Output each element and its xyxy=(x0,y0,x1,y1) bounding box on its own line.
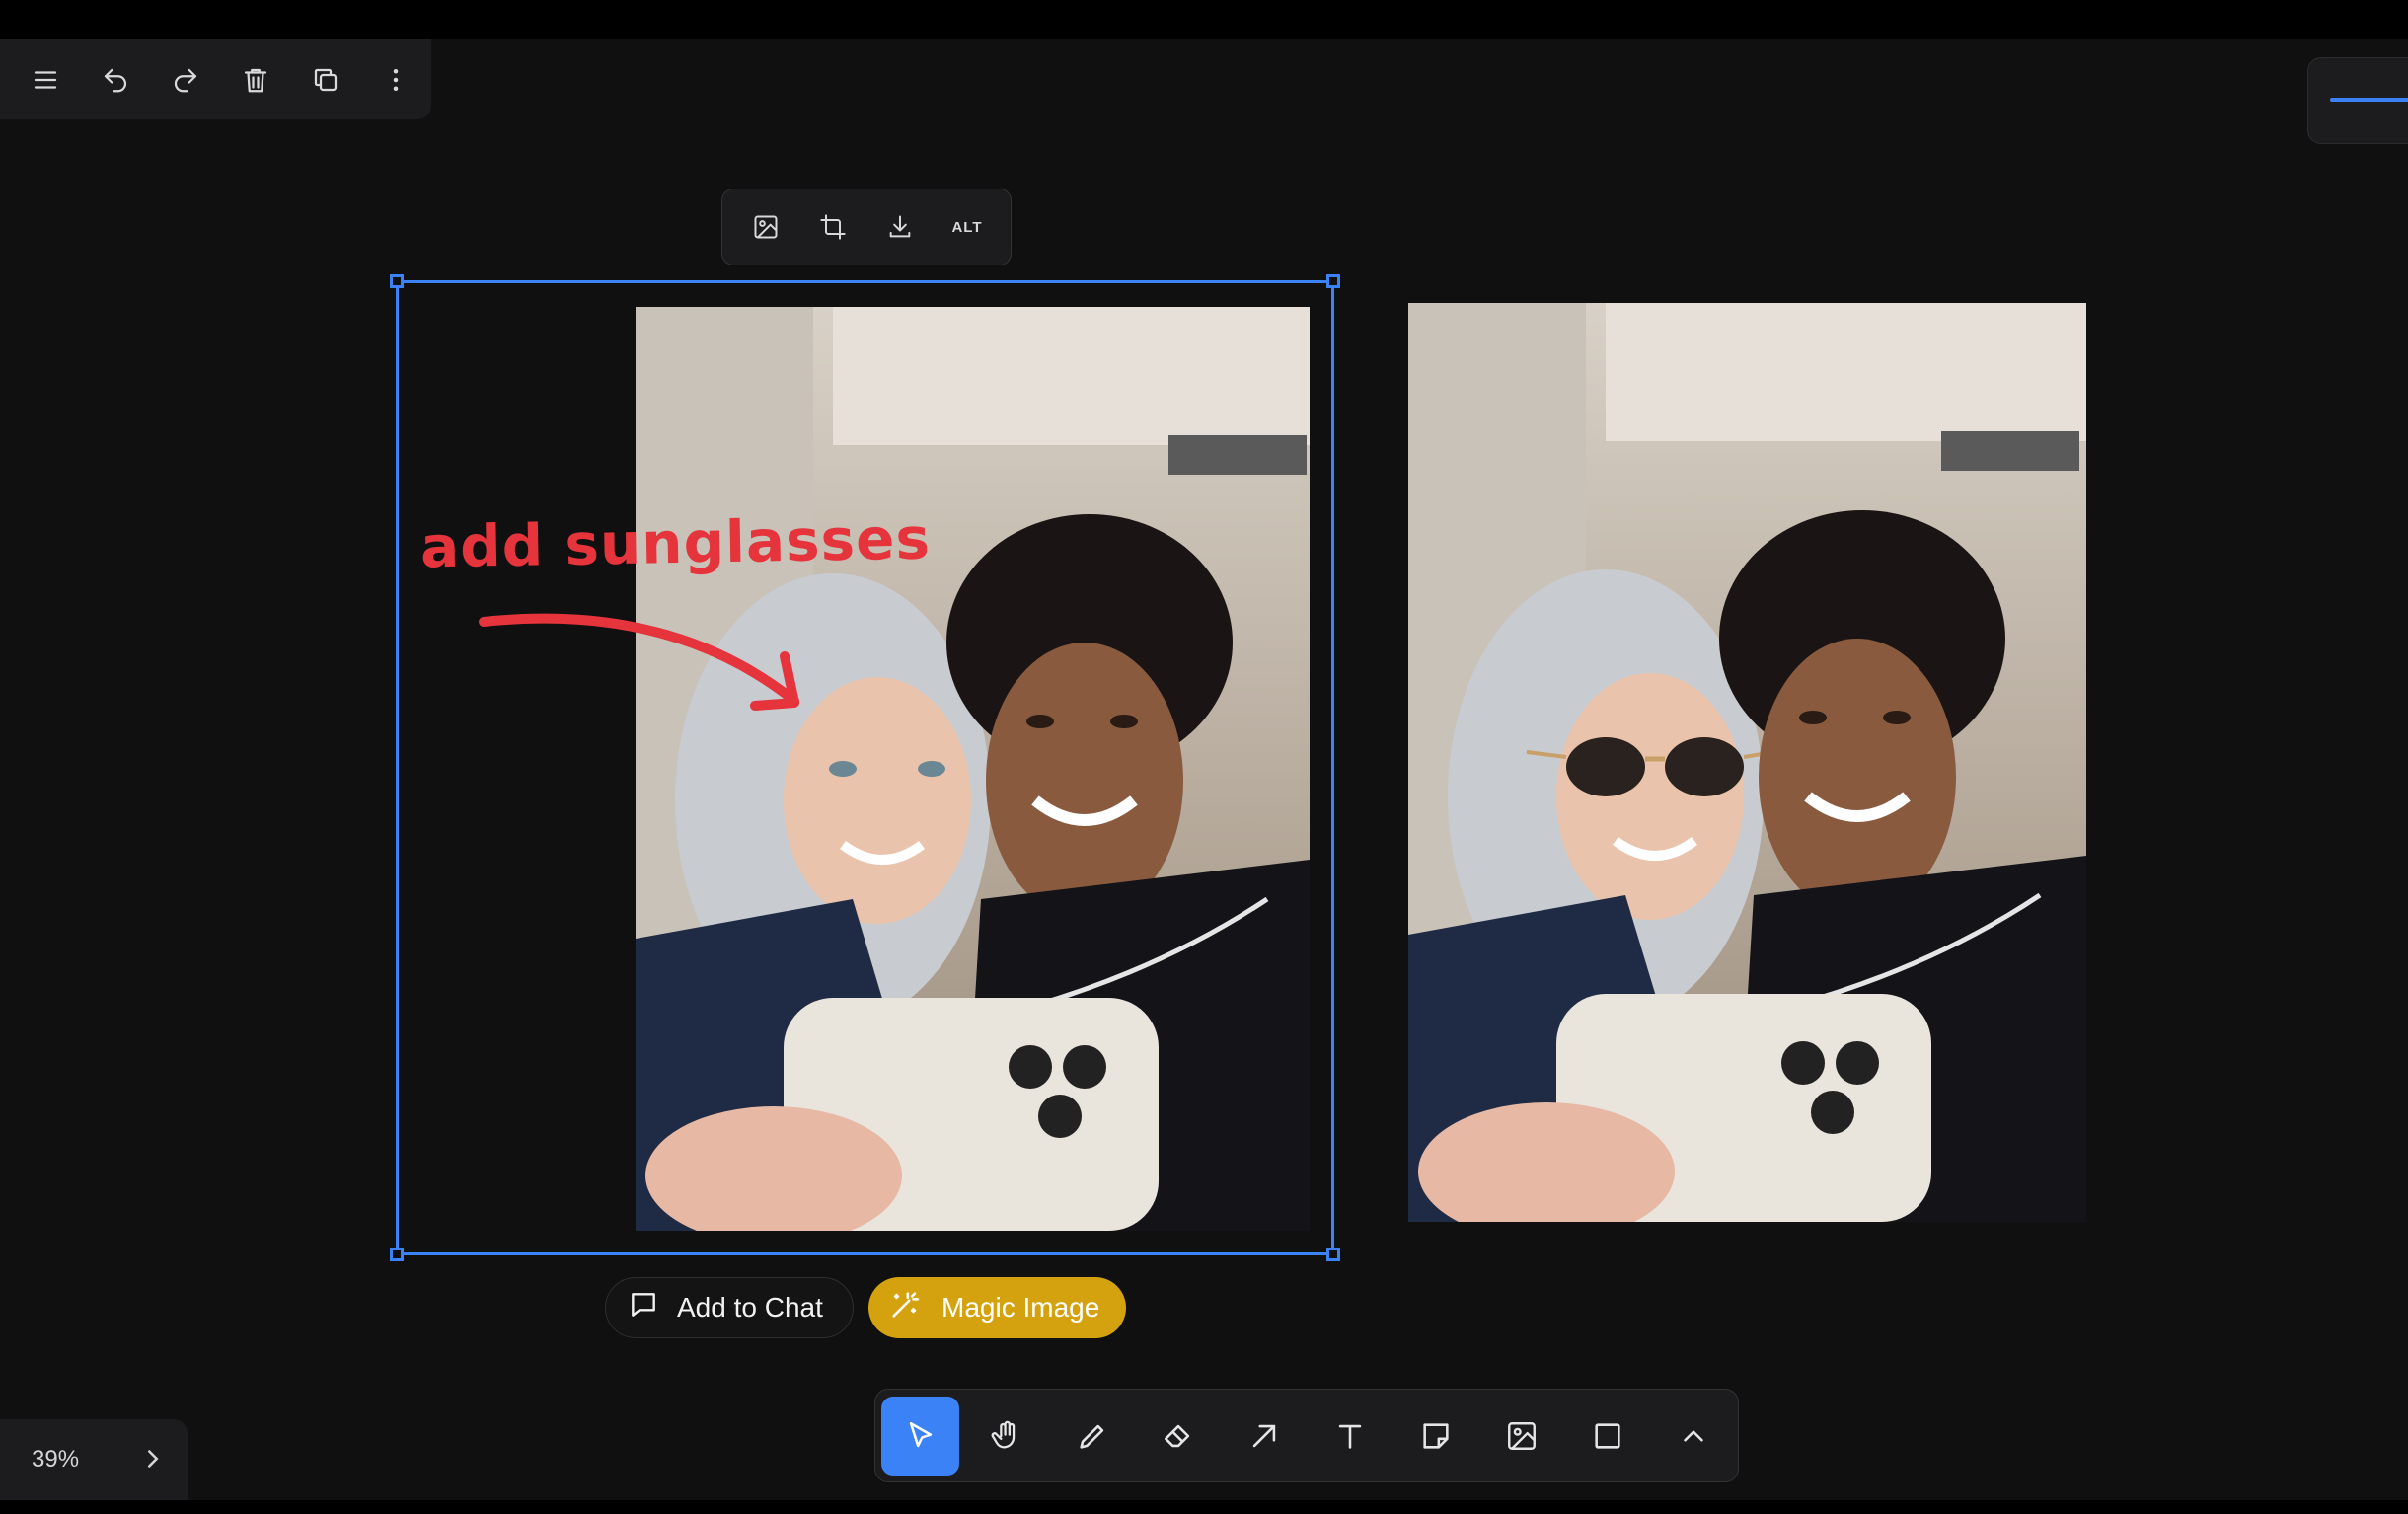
replace-image-icon[interactable] xyxy=(736,197,795,257)
resize-handle-bottom-right[interactable] xyxy=(1326,1248,1340,1261)
undo-icon[interactable] xyxy=(80,48,150,112)
crop-icon[interactable] xyxy=(803,197,863,257)
magic-wand-icon xyxy=(888,1288,922,1328)
annotation-arrow[interactable] xyxy=(474,592,809,730)
chevron-right-icon[interactable] xyxy=(138,1444,168,1474)
alt-text-button[interactable]: ALT xyxy=(938,197,997,257)
rectangle-icon[interactable] xyxy=(1568,1397,1646,1476)
redo-icon[interactable] xyxy=(150,48,220,112)
drawing-toolbar xyxy=(874,1389,1739,1482)
eraser-icon[interactable] xyxy=(1139,1397,1217,1476)
pointer-icon[interactable] xyxy=(881,1396,959,1476)
zoom-control[interactable]: 39% xyxy=(0,1419,188,1500)
magic-image-label: Magic Image xyxy=(941,1292,1100,1323)
magic-image-button[interactable]: Magic Image xyxy=(868,1277,1126,1338)
download-icon[interactable] xyxy=(870,197,930,257)
image-context-toolbar: ALT xyxy=(721,189,1012,265)
resize-handle-bottom-left[interactable] xyxy=(390,1248,404,1261)
more-vertical-icon[interactable] xyxy=(361,48,431,112)
top-toolbar xyxy=(0,39,431,119)
sticky-note-icon[interactable] xyxy=(1396,1397,1474,1476)
annotation-text[interactable]: add sunglasses xyxy=(419,504,931,580)
menu-icon[interactable] xyxy=(10,48,80,112)
photo-generated[interactable] xyxy=(1408,303,2086,1222)
add-to-chat-button[interactable]: Add to Chat xyxy=(605,1277,854,1338)
chat-bubble-icon xyxy=(628,1289,659,1327)
text-icon[interactable] xyxy=(1311,1397,1389,1476)
hand-icon[interactable] xyxy=(967,1397,1045,1476)
add-to-chat-label: Add to Chat xyxy=(677,1292,823,1323)
resize-handle-top-left[interactable] xyxy=(390,274,404,288)
duplicate-icon[interactable] xyxy=(291,48,361,112)
photo-original[interactable] xyxy=(636,307,1310,1231)
style-panel[interactable] xyxy=(2307,57,2408,144)
image-icon[interactable] xyxy=(1482,1397,1560,1476)
pencil-icon[interactable] xyxy=(1053,1397,1131,1476)
zoom-level: 39% xyxy=(32,1446,80,1473)
stroke-preview xyxy=(2330,98,2408,102)
chevron-up-icon[interactable] xyxy=(1654,1397,1732,1476)
trash-icon[interactable] xyxy=(221,48,291,112)
resize-handle-top-right[interactable] xyxy=(1326,274,1340,288)
arrow-icon[interactable] xyxy=(1225,1397,1303,1476)
